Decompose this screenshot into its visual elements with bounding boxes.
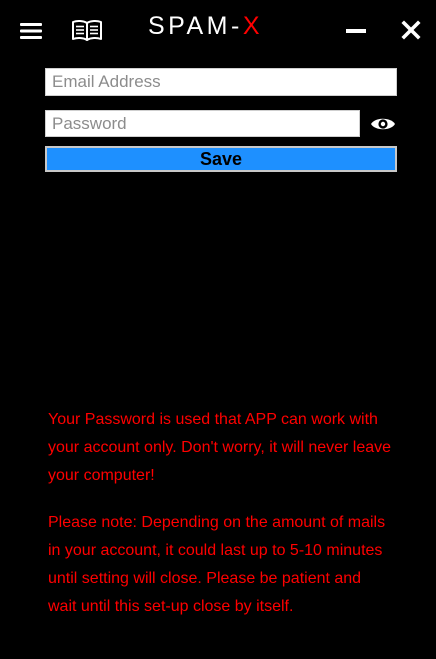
eye-icon[interactable] <box>370 114 396 134</box>
setup-note-text: Please note: Depending on the amount of … <box>48 514 386 615</box>
hamburger-menu-icon[interactable] <box>20 22 42 40</box>
app-title: SPAM-X <box>148 11 298 41</box>
close-icon[interactable] <box>401 20 421 40</box>
save-button[interactable]: Save <box>45 146 397 172</box>
password-info-text: Your Password is used that APP can work … <box>48 411 392 484</box>
title-bar: SPAM-X <box>0 0 436 60</box>
book-icon[interactable] <box>71 19 103 41</box>
app-title-main: SPAM- <box>148 12 243 40</box>
app-title-accent: X <box>242 12 264 40</box>
password-field[interactable] <box>45 110 360 137</box>
email-field[interactable] <box>45 68 397 96</box>
minimize-icon[interactable] <box>345 20 367 40</box>
